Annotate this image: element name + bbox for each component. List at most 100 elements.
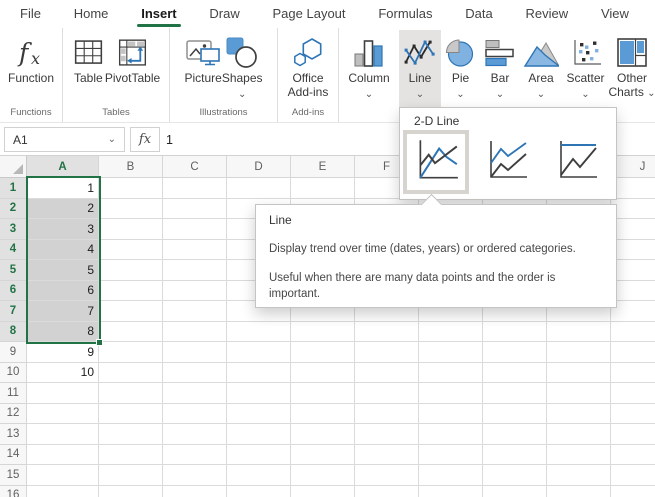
cell-E12[interactable] (291, 404, 355, 425)
cell-D8[interactable] (227, 322, 291, 343)
cell-C9[interactable] (163, 342, 227, 363)
cell-E14[interactable] (291, 445, 355, 466)
column-header-E[interactable]: E (291, 156, 355, 178)
cell-H8[interactable] (483, 322, 547, 343)
bar-dropdown-chevron-icon[interactable]: ⌄ (496, 90, 504, 102)
column-header-A[interactable]: A (27, 156, 99, 178)
cell-D10[interactable] (227, 363, 291, 384)
cell-E13[interactable] (291, 424, 355, 445)
cell-E1[interactable] (291, 178, 355, 199)
cell-C16[interactable] (163, 486, 227, 497)
cell-C15[interactable] (163, 465, 227, 486)
cell-I9[interactable] (547, 342, 611, 363)
cell-E16[interactable] (291, 486, 355, 497)
cell-J13[interactable] (611, 424, 655, 445)
area-dropdown-chevron-icon[interactable]: ⌄ (537, 90, 545, 102)
cell-C6[interactable] (163, 281, 227, 302)
cell-A6[interactable]: 6 (27, 281, 99, 302)
cell-A15[interactable] (27, 465, 99, 486)
cell-D11[interactable] (227, 383, 291, 404)
menu-tab-file[interactable]: File (18, 1, 43, 28)
cell-B1[interactable] (99, 178, 163, 199)
cell-H15[interactable] (483, 465, 547, 486)
column-header-D[interactable]: D (227, 156, 291, 178)
line-dropdown-chevron-icon[interactable]: ⌄ (416, 90, 424, 102)
row-header-10[interactable]: 10 (0, 363, 27, 384)
cell-D12[interactable] (227, 404, 291, 425)
row-header-13[interactable]: 13 (0, 424, 27, 445)
row-header-6[interactable]: 6 (0, 281, 27, 302)
row-header-7[interactable]: 7 (0, 301, 27, 322)
cell-G11[interactable] (419, 383, 483, 404)
row-header-5[interactable]: 5 (0, 260, 27, 281)
menu-tab-home[interactable]: Home (72, 1, 111, 28)
cell-I14[interactable] (547, 445, 611, 466)
menu-tab-view[interactable]: View (599, 1, 631, 28)
cell-B15[interactable] (99, 465, 163, 486)
pie-chart-button[interactable]: Pie ⌄ (441, 30, 480, 111)
cell-C8[interactable] (163, 322, 227, 343)
cell-D14[interactable] (227, 445, 291, 466)
cell-G16[interactable] (419, 486, 483, 497)
cell-E8[interactable] (291, 322, 355, 343)
cell-F8[interactable] (355, 322, 419, 343)
cell-B10[interactable] (99, 363, 163, 384)
area-chart-button[interactable]: Area ⌄ (520, 30, 562, 111)
select-all-corner[interactable] (0, 156, 27, 178)
cell-J12[interactable] (611, 404, 655, 425)
line-chart-option[interactable] (403, 130, 469, 194)
cell-A16[interactable] (27, 486, 99, 497)
cell-G13[interactable] (419, 424, 483, 445)
pivottable-button[interactable]: PivotTable (105, 30, 160, 86)
cell-C10[interactable] (163, 363, 227, 384)
cell-E9[interactable] (291, 342, 355, 363)
row-header-3[interactable]: 3 (0, 219, 27, 240)
cell-H10[interactable] (483, 363, 547, 384)
cell-J1[interactable] (611, 178, 655, 199)
row-header-9[interactable]: 9 (0, 342, 27, 363)
cell-I12[interactable] (547, 404, 611, 425)
cell-H13[interactable] (483, 424, 547, 445)
menu-tab-formulas[interactable]: Formulas (376, 1, 434, 28)
cell-B14[interactable] (99, 445, 163, 466)
cell-B3[interactable] (99, 219, 163, 240)
row-header-1[interactable]: 1 (0, 178, 27, 199)
cell-G9[interactable] (419, 342, 483, 363)
cell-J7[interactable] (611, 301, 655, 322)
row-header-8[interactable]: 8 (0, 322, 27, 343)
bar-chart-button[interactable]: Bar ⌄ (480, 30, 520, 111)
cell-C14[interactable] (163, 445, 227, 466)
cell-D9[interactable] (227, 342, 291, 363)
table-button[interactable]: Table (72, 30, 105, 86)
cell-G8[interactable] (419, 322, 483, 343)
cell-F12[interactable] (355, 404, 419, 425)
cell-F10[interactable] (355, 363, 419, 384)
cell-I10[interactable] (547, 363, 611, 384)
cell-F15[interactable] (355, 465, 419, 486)
cell-H11[interactable] (483, 383, 547, 404)
cell-B6[interactable] (99, 281, 163, 302)
cell-A2[interactable]: 2 (27, 199, 99, 220)
menu-tab-data[interactable]: Data (463, 1, 494, 28)
cell-E10[interactable] (291, 363, 355, 384)
cell-A9[interactable]: 9 (27, 342, 99, 363)
row-header-12[interactable]: 12 (0, 404, 27, 425)
cell-C13[interactable] (163, 424, 227, 445)
formula-input[interactable]: 1 (166, 127, 173, 152)
shapes-button[interactable]: Shapes ⌄ (222, 30, 263, 102)
cell-G12[interactable] (419, 404, 483, 425)
cell-H16[interactable] (483, 486, 547, 497)
cell-I13[interactable] (547, 424, 611, 445)
cell-J14[interactable] (611, 445, 655, 466)
menu-tab-draw[interactable]: Draw (207, 1, 241, 28)
cell-G15[interactable] (419, 465, 483, 486)
cell-C5[interactable] (163, 260, 227, 281)
row-header-15[interactable]: 15 (0, 465, 27, 486)
row-header-16[interactable]: 16 (0, 486, 27, 497)
cell-F13[interactable] (355, 424, 419, 445)
cell-D1[interactable] (227, 178, 291, 199)
cell-G14[interactable] (419, 445, 483, 466)
cell-H12[interactable] (483, 404, 547, 425)
cell-C11[interactable] (163, 383, 227, 404)
cell-D16[interactable] (227, 486, 291, 497)
